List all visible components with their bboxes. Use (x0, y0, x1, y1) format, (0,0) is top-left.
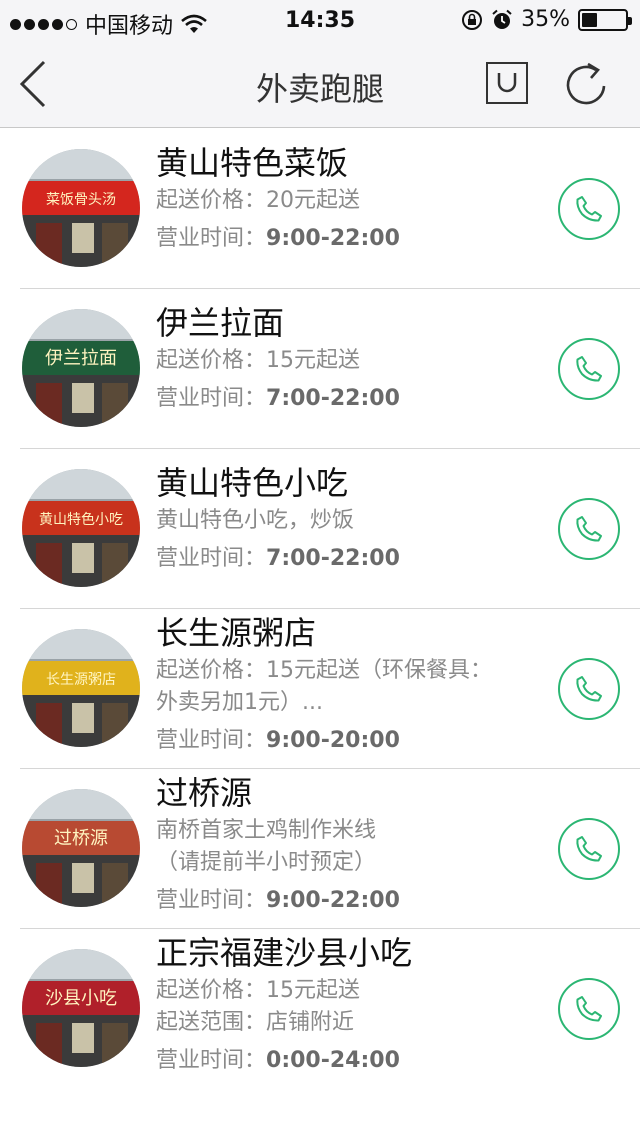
business-hours: 营业时间：7:00-22:00 (156, 543, 546, 575)
page-title: 外卖跑腿 (255, 70, 384, 108)
phone-icon (576, 996, 602, 1022)
shop-photo: 黄山特色小吃 (22, 469, 140, 587)
shop-info: 正宗福建沙县小吃 起送价格：15元起送 起送范围：店铺附近 营业时间：0:00-24:… (156, 931, 546, 1077)
hours-label: 营业时间： (156, 888, 267, 913)
shop-detail-line: 起送价格：15元起送（环保餐具： (156, 658, 492, 683)
shop-photo: 菜饭骨头汤 (22, 149, 140, 267)
shop-detail-line: 黄山特色小吃，炒饭 (156, 508, 355, 533)
shop-photo: 过桥源 (22, 789, 140, 907)
shop-detail-line: 起送价格：15元起送 (156, 978, 360, 1003)
shop-name: 长生源粥店 (156, 614, 317, 652)
shop-list-item[interactable]: 菜饭骨头汤 黄山特色菜饭 起送价格：20元起送 营业时间：9:00-22:00 (0, 129, 640, 289)
phone-icon (576, 836, 602, 862)
shop-detail-line: 起送价格：20元起送 (156, 188, 360, 213)
shop-detail-line: 起送价格：15元起送 (156, 348, 360, 373)
shop-sign-text: 过桥源 (54, 828, 108, 849)
status-bar: 中国移动 14:35 35% (0, 0, 640, 40)
shop-photo: 伊兰拉面 (22, 309, 140, 427)
hours-value: 9:00-20:00 (266, 728, 400, 753)
shop-name: 黄山特色小吃 (156, 464, 349, 502)
shop-info: 长生源粥店起送价格：15元起送（环保餐具： 外卖另加1元）... 营业时间：9:00… (156, 611, 546, 757)
status-right: 35% (461, 7, 632, 32)
hours-label: 营业时间： (156, 1048, 267, 1073)
call-button[interactable] (558, 658, 620, 720)
hours-value: 9:00-22:00 (266, 888, 400, 913)
shop-name: 正宗福建沙县小吃 (156, 934, 413, 972)
shop-sign-text: 长生源粥店 (46, 671, 116, 688)
call-button[interactable] (558, 338, 620, 400)
shop-list-item[interactable]: 沙县小吃 正宗福建沙县小吃 起送价格：15元起送 起送范围：店铺附近 营业时间：0:00… (0, 929, 640, 1096)
shop-name: 伊兰拉面 (156, 304, 285, 342)
phone-icon (576, 516, 602, 542)
rotation-lock-icon (462, 9, 483, 30)
hours-label: 营业时间： (156, 546, 267, 571)
call-button[interactable] (558, 498, 620, 560)
business-hours: 营业时间：9:00-22:00 (156, 223, 546, 255)
hours-value: 0:00-24:00 (266, 1048, 400, 1073)
business-hours: 营业时间：9:00-20:00 (156, 725, 546, 757)
shop-detail-line: 南桥首家土鸡制作米线 (156, 818, 377, 843)
shop-list-item[interactable]: 黄山特色小吃 黄山特色小吃 黄山特色小吃，炒饭 营业时间：7:00-22:00 (0, 449, 640, 609)
hours-value: 7:00-22:00 (266, 546, 400, 571)
battery-percent: 35% (521, 7, 570, 32)
call-button[interactable] (558, 178, 620, 240)
business-hours: 营业时间：9:00-22:00 (156, 885, 546, 917)
business-hours: 营业时间：7:00-22:00 (156, 383, 546, 415)
shop-sign-text: 沙县小吃 (45, 988, 117, 1009)
phone-icon (576, 196, 602, 222)
hours-label: 营业时间： (156, 386, 267, 411)
shop-photo: 沙县小吃 (22, 949, 140, 1067)
hours-value: 9:00-22:00 (266, 226, 400, 251)
call-button[interactable] (558, 818, 620, 880)
battery-icon (578, 8, 632, 31)
shop-list-item[interactable]: 伊兰拉面 伊兰拉面 起送价格：15元起送 营业时间：7:00-22:00 (0, 289, 640, 449)
shop-sign-text: 菜饭骨头汤 (46, 192, 116, 208)
shop-list-item[interactable]: 过桥源 过桥源 南桥首家土鸡制作米线 （请提前半小时预定） 营业时间：9:00-22:0… (0, 769, 640, 929)
shop-info: 黄山特色菜饭 起送价格：20元起送 营业时间：9:00-22:00 (156, 141, 546, 255)
shop-info: 伊兰拉面 起送价格：15元起送 营业时间：7:00-22:00 (156, 301, 546, 415)
shop-photo: 长生源粥店 (22, 629, 140, 747)
shop-detail-line: 外卖另加1元）... (156, 690, 323, 715)
shop-sign-text: 伊兰拉面 (45, 348, 117, 369)
refresh-icon[interactable] (560, 58, 612, 110)
shop-info: 过桥源南桥首家土鸡制作米线 （请提前半小时预定） 营业时间：9:00-22:00 (156, 771, 546, 917)
business-hours: 营业时间：0:00-24:00 (156, 1045, 546, 1077)
phone-icon (576, 676, 602, 702)
shop-detail-line: （请提前半小时预定） (156, 850, 377, 875)
shop-name: 过桥源 (156, 774, 253, 812)
shop-list-item[interactable]: 长生源粥店 长生源粥店 起送价格：15元起送（环保餐具： 外卖另加1元）... 营业时间… (0, 609, 640, 769)
hours-value: 7:00-22:00 (266, 386, 400, 411)
navigation-bar: 外卖跑腿 (0, 40, 640, 128)
shop-name: 黄山特色菜饭 (156, 144, 349, 182)
shop-list: 菜饭骨头汤 黄山特色菜饭 起送价格：20元起送 营业时间：9:00-22:00 伊兰拉面… (0, 129, 640, 1096)
shopping-bag-icon[interactable] (486, 62, 528, 104)
hours-label: 营业时间： (156, 226, 267, 251)
shop-detail-line: 起送范围：店铺附近 (156, 1010, 355, 1035)
alarm-icon (492, 9, 512, 29)
hours-label: 营业时间： (156, 728, 267, 753)
shop-sign-text: 黄山特色小吃 (39, 511, 123, 528)
phone-icon (576, 356, 602, 382)
call-button[interactable] (558, 978, 620, 1040)
top-bar: 中国移动 14:35 35% 外卖跑腿 (0, 0, 640, 128)
shop-info: 黄山特色小吃 黄山特色小吃，炒饭 营业时间：7:00-22:00 (156, 461, 546, 575)
